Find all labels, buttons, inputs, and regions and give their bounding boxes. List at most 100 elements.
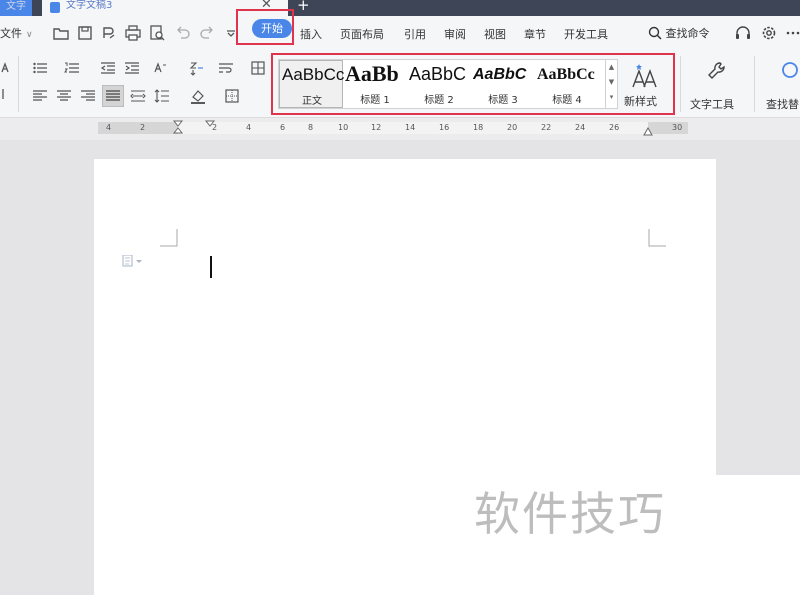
style-label: 正文: [302, 96, 322, 107]
tab-view[interactable]: 视图: [484, 26, 506, 42]
gear-icon[interactable]: [760, 24, 778, 42]
ribbon-separator: [18, 56, 19, 112]
right-indent-marker[interactable]: [642, 126, 654, 136]
decrease-indent-icon[interactable]: [100, 60, 116, 76]
bullet-list-icon[interactable]: [32, 60, 48, 76]
ruler-tick-label: 2: [140, 123, 146, 132]
font-style-icon[interactable]: [0, 86, 16, 102]
increase-indent-icon[interactable]: [124, 60, 140, 76]
headset-icon[interactable]: [734, 24, 752, 42]
style-label: 标题 4: [552, 95, 582, 106]
style-sample: AaBbC: [473, 66, 527, 83]
style-normal[interactable]: AaBbCcD 正文: [279, 60, 344, 108]
tab-insert[interactable]: 插入: [300, 26, 322, 42]
text-tools-label: 文字工具: [690, 98, 734, 111]
tab-review[interactable]: 审阅: [444, 26, 466, 42]
justify-icon[interactable]: [105, 88, 121, 104]
ruler-tick-label: 20: [507, 123, 518, 132]
ribbon: AaBbCcD 正文 AaBb 标题 1 AaBbC 标题 2 AaBbC 标题…: [0, 50, 800, 118]
page-continuation: [716, 475, 800, 595]
align-right-icon[interactable]: [80, 88, 96, 104]
new-tab-icon[interactable]: +: [297, 0, 310, 14]
export-pdf-icon[interactable]: [100, 24, 118, 42]
line-break-icon[interactable]: [218, 60, 234, 76]
ruler-tick-label: 26: [609, 123, 620, 132]
tab-start[interactable]: 开始: [252, 19, 292, 38]
style-heading-1[interactable]: AaBb 标题 1: [343, 60, 407, 108]
paragraph-layout-icon[interactable]: [122, 255, 144, 267]
margin-corner-top-left: [160, 229, 178, 247]
search-command[interactable]: 查找命令: [648, 25, 710, 41]
ruler-tick-label: 18: [473, 123, 484, 132]
redo-icon[interactable]: [198, 24, 216, 42]
style-heading-3[interactable]: AaBbC 标题 3: [471, 60, 535, 108]
gallery-scrollbar[interactable]: ▲ ▼ ▾: [605, 60, 617, 108]
styles-highlight: AaBbCcD 正文 AaBb 标题 1 AaBbC 标题 2 AaBbC 标题…: [271, 53, 675, 115]
search-command-label: 查找命令: [665, 27, 710, 40]
sort-icon[interactable]: [188, 60, 204, 76]
left-indent-marker[interactable]: [172, 120, 184, 136]
ruler-tick-label: 16: [439, 123, 450, 132]
scroll-up-icon[interactable]: ▲: [606, 60, 617, 75]
document-workspace: 软件技巧: [0, 140, 800, 595]
ruler-tick-label: 4: [246, 123, 252, 132]
text-tools-button[interactable]: 文字工具: [688, 58, 748, 112]
align-left-icon[interactable]: [32, 88, 48, 104]
ruler-bar: 4 2 2 4 6 8 10 12 14 16 18 20 22 24 26 3…: [0, 118, 800, 140]
wrench-icon: [708, 62, 725, 79]
ruler-tick-label: 4: [106, 123, 112, 132]
ruler-tick-label: 6: [280, 123, 286, 132]
character-spacing-icon[interactable]: [152, 60, 168, 76]
expand-gallery-icon[interactable]: ▾: [606, 90, 617, 105]
style-label: 标题 3: [488, 95, 518, 106]
ribbon-separator: [754, 56, 755, 112]
tab-references[interactable]: 引用: [404, 26, 426, 42]
print-preview-icon[interactable]: [148, 24, 166, 42]
start-tab-highlight: 开始: [236, 9, 294, 45]
more-options-icon[interactable]: [784, 24, 800, 42]
tab-page-layout[interactable]: 页面布局: [340, 26, 384, 42]
style-gallery: AaBbCcD 正文 AaBb 标题 1 AaBbC 标题 2 AaBbC 标题…: [278, 59, 618, 109]
distributed-align-icon[interactable]: [130, 88, 146, 104]
borders-icon[interactable]: [224, 88, 240, 104]
ruler-tick-label: 22: [541, 123, 552, 132]
tab-developer[interactable]: 开发工具: [564, 26, 608, 42]
menu-bar: 文件 ∨ 开始 插入 页面布局 引用 审阅 视图 章节 开发工具 查找命令: [0, 9, 800, 50]
file-menu[interactable]: 文件 ∨: [0, 25, 33, 41]
find-replace-button[interactable]: 查找替: [762, 58, 800, 112]
save-icon[interactable]: [76, 24, 94, 42]
document-icon: [50, 2, 60, 13]
align-center-icon[interactable]: [56, 88, 72, 104]
chevron-down-icon: ∨: [26, 30, 33, 40]
ribbon-separator: [680, 56, 681, 112]
magnifier-icon: [782, 62, 798, 78]
shading-icon[interactable]: [190, 88, 206, 104]
style-label: 标题 2: [424, 95, 454, 106]
undo-icon[interactable]: [174, 24, 192, 42]
style-heading-2[interactable]: AaBbC 标题 2: [407, 60, 471, 108]
first-line-indent-marker[interactable]: [204, 120, 216, 128]
ruler-tick-label: 24: [575, 123, 586, 132]
new-style-icon: [632, 64, 657, 88]
style-sample: AaBbC: [409, 64, 467, 84]
new-style-label: 新样式: [624, 95, 657, 108]
new-style-button[interactable]: 新样式: [618, 59, 674, 109]
print-icon[interactable]: [124, 24, 142, 42]
app-tab[interactable]: 文字: [0, 0, 32, 16]
style-heading-4[interactable]: AaBbCc 标题 4: [535, 60, 603, 108]
find-replace-label: 查找替: [766, 98, 799, 111]
line-spacing-icon[interactable]: [154, 88, 170, 104]
style-sample: AaBb: [345, 61, 399, 85]
tab-chapter[interactable]: 章节: [524, 26, 546, 42]
open-folder-icon[interactable]: [52, 24, 70, 42]
scroll-down-icon[interactable]: ▼: [606, 75, 617, 90]
font-size-icon[interactable]: [0, 60, 16, 76]
ruler-tick-label: 10: [338, 123, 349, 132]
text-cursor: [210, 256, 212, 278]
table-grid-icon[interactable]: [250, 60, 266, 76]
style-sample: AaBbCc: [537, 66, 595, 83]
numbered-list-icon[interactable]: [64, 60, 80, 76]
horizontal-ruler[interactable]: 4 2 2 4 6 8 10 12 14 16 18 20 22 24 26 3…: [98, 120, 688, 136]
file-menu-label: 文件: [0, 27, 22, 40]
ruler-tick-label: 12: [371, 123, 382, 132]
